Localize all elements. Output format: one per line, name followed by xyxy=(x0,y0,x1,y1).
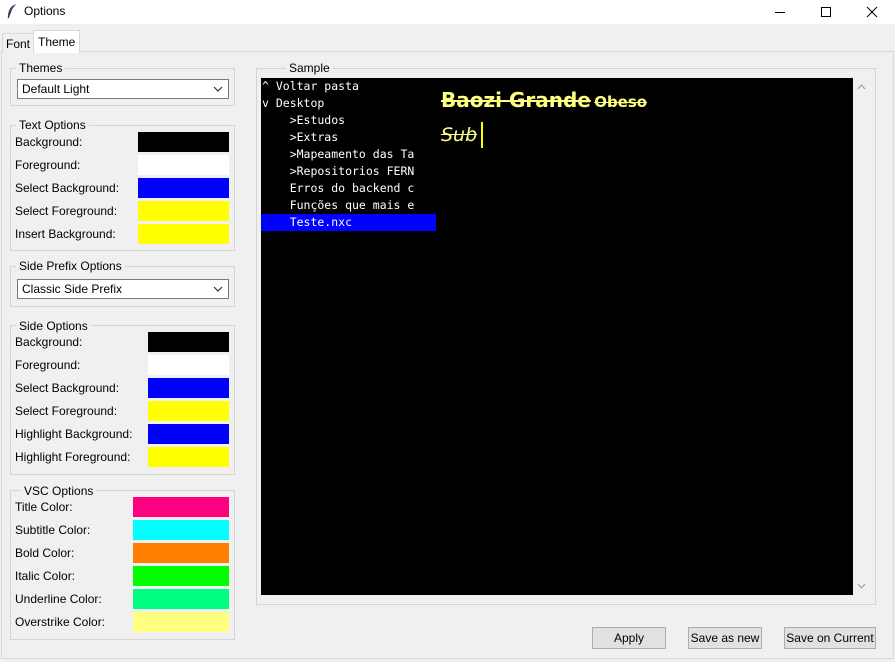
themes-legend: Themes xyxy=(16,61,66,75)
title-bar: Options xyxy=(0,0,895,24)
close-button[interactable] xyxy=(849,0,895,24)
vsc-option-color-swatch[interactable] xyxy=(133,589,229,609)
window-title: Options xyxy=(24,4,66,18)
sample-legend: Sample xyxy=(286,61,333,75)
minimize-button[interactable] xyxy=(757,0,803,24)
text-option-label: Background: xyxy=(15,135,83,149)
chevron-down-icon[interactable] xyxy=(857,583,866,589)
text-option-color-swatch[interactable] xyxy=(138,178,229,198)
tree-item[interactable]: >Estudos xyxy=(261,112,436,129)
chevron-up-icon[interactable] xyxy=(857,84,866,90)
feather-icon xyxy=(6,3,18,19)
preview-subtitle-line: Sub xyxy=(441,122,483,150)
vsc-option-label: Overstrike Color: xyxy=(15,615,106,629)
vsc-option-label: Italic Color: xyxy=(15,569,76,583)
tree-item[interactable]: >Repositorios FERN xyxy=(261,163,436,180)
text-option-label: Select Foreground: xyxy=(15,204,118,218)
tree-item[interactable]: >Mapeamento das Ta xyxy=(261,146,436,163)
preview-subtitle: Sub xyxy=(441,124,478,146)
vsc-option-label: Title Color: xyxy=(15,500,73,514)
side-option-label: Highlight Foreground: xyxy=(15,450,131,464)
tree-item[interactable]: Erros do backend c xyxy=(261,180,436,197)
tree-item[interactable]: ^ Voltar pasta xyxy=(261,78,436,95)
save-as-new-button[interactable]: Save as new xyxy=(688,627,762,649)
side-option-color-swatch[interactable] xyxy=(148,401,229,421)
side-option-color-swatch[interactable] xyxy=(148,355,229,375)
side-option-label: Select Background: xyxy=(15,381,120,395)
text-option-label: Foreground: xyxy=(15,158,81,172)
vsc-options-legend: VSC Options xyxy=(21,484,97,498)
vsc-option-color-swatch[interactable] xyxy=(133,543,229,563)
preview-title: Baozi Grande xyxy=(441,88,591,112)
side-option-color-swatch[interactable] xyxy=(148,332,229,352)
vsc-option-color-swatch[interactable] xyxy=(133,520,229,540)
themes-combobox[interactable]: Default Light xyxy=(17,79,229,99)
tree-item[interactable]: >Extras xyxy=(261,129,436,146)
text-option-label: Select Background: xyxy=(15,181,120,195)
preview-title-line: Baozi Grande Obeso xyxy=(441,86,647,117)
side-option-label: Foreground: xyxy=(15,358,81,372)
text-option-color-swatch[interactable] xyxy=(138,201,229,221)
vsc-option-color-swatch[interactable] xyxy=(133,497,229,517)
chevron-down-icon xyxy=(213,86,223,92)
tab-theme[interactable]: Theme xyxy=(33,30,81,53)
text-option-color-swatch[interactable] xyxy=(138,224,229,244)
side-option-color-swatch[interactable] xyxy=(148,378,229,398)
text-options-legend: Text Options xyxy=(16,118,89,132)
vsc-option-color-swatch[interactable] xyxy=(133,612,229,632)
side-option-label: Select Foreground: xyxy=(15,404,118,418)
side-options-legend: Side Options xyxy=(16,319,91,333)
tree-item[interactable]: Teste.nxc xyxy=(261,214,436,231)
tree-item[interactable]: v Desktop xyxy=(261,95,436,112)
tree-item[interactable]: Funções que mais e xyxy=(261,197,436,214)
themes-selected: Default Light xyxy=(22,82,90,96)
sample-preview: ^ Voltar pasta v Desktop >Estudos >Extras… xyxy=(261,78,853,595)
maximize-button[interactable] xyxy=(803,0,849,24)
vsc-option-label: Underline Color: xyxy=(15,592,102,606)
side-prefix-combobox[interactable]: Classic Side Prefix xyxy=(17,279,229,299)
text-option-color-swatch[interactable] xyxy=(138,132,229,152)
preview-title-small: Obeso xyxy=(594,93,648,111)
side-option-color-swatch[interactable] xyxy=(148,424,229,444)
tab-font[interactable]: Font xyxy=(2,33,35,53)
sample-scrollbar[interactable] xyxy=(853,78,870,595)
vsc-option-label: Subtitle Color: xyxy=(15,523,91,537)
apply-button[interactable]: Apply xyxy=(592,627,666,649)
side-option-label: Background: xyxy=(15,335,83,349)
save-on-current-button[interactable]: Save on Current xyxy=(784,627,876,649)
side-option-color-swatch[interactable] xyxy=(148,447,229,467)
side-prefix-legend: Side Prefix Options xyxy=(16,259,125,273)
vsc-option-label: Bold Color: xyxy=(15,546,75,560)
side-option-label: Highlight Background: xyxy=(15,427,133,441)
file-tree: ^ Voltar pasta v Desktop >Estudos >Extras… xyxy=(261,78,436,595)
text-option-label: Insert Background: xyxy=(15,227,116,241)
text-option-color-swatch[interactable] xyxy=(138,155,229,175)
text-cursor xyxy=(480,122,483,148)
chevron-down-icon xyxy=(213,286,223,292)
side-prefix-selected: Classic Side Prefix xyxy=(22,282,123,296)
vsc-option-color-swatch[interactable] xyxy=(133,566,229,586)
